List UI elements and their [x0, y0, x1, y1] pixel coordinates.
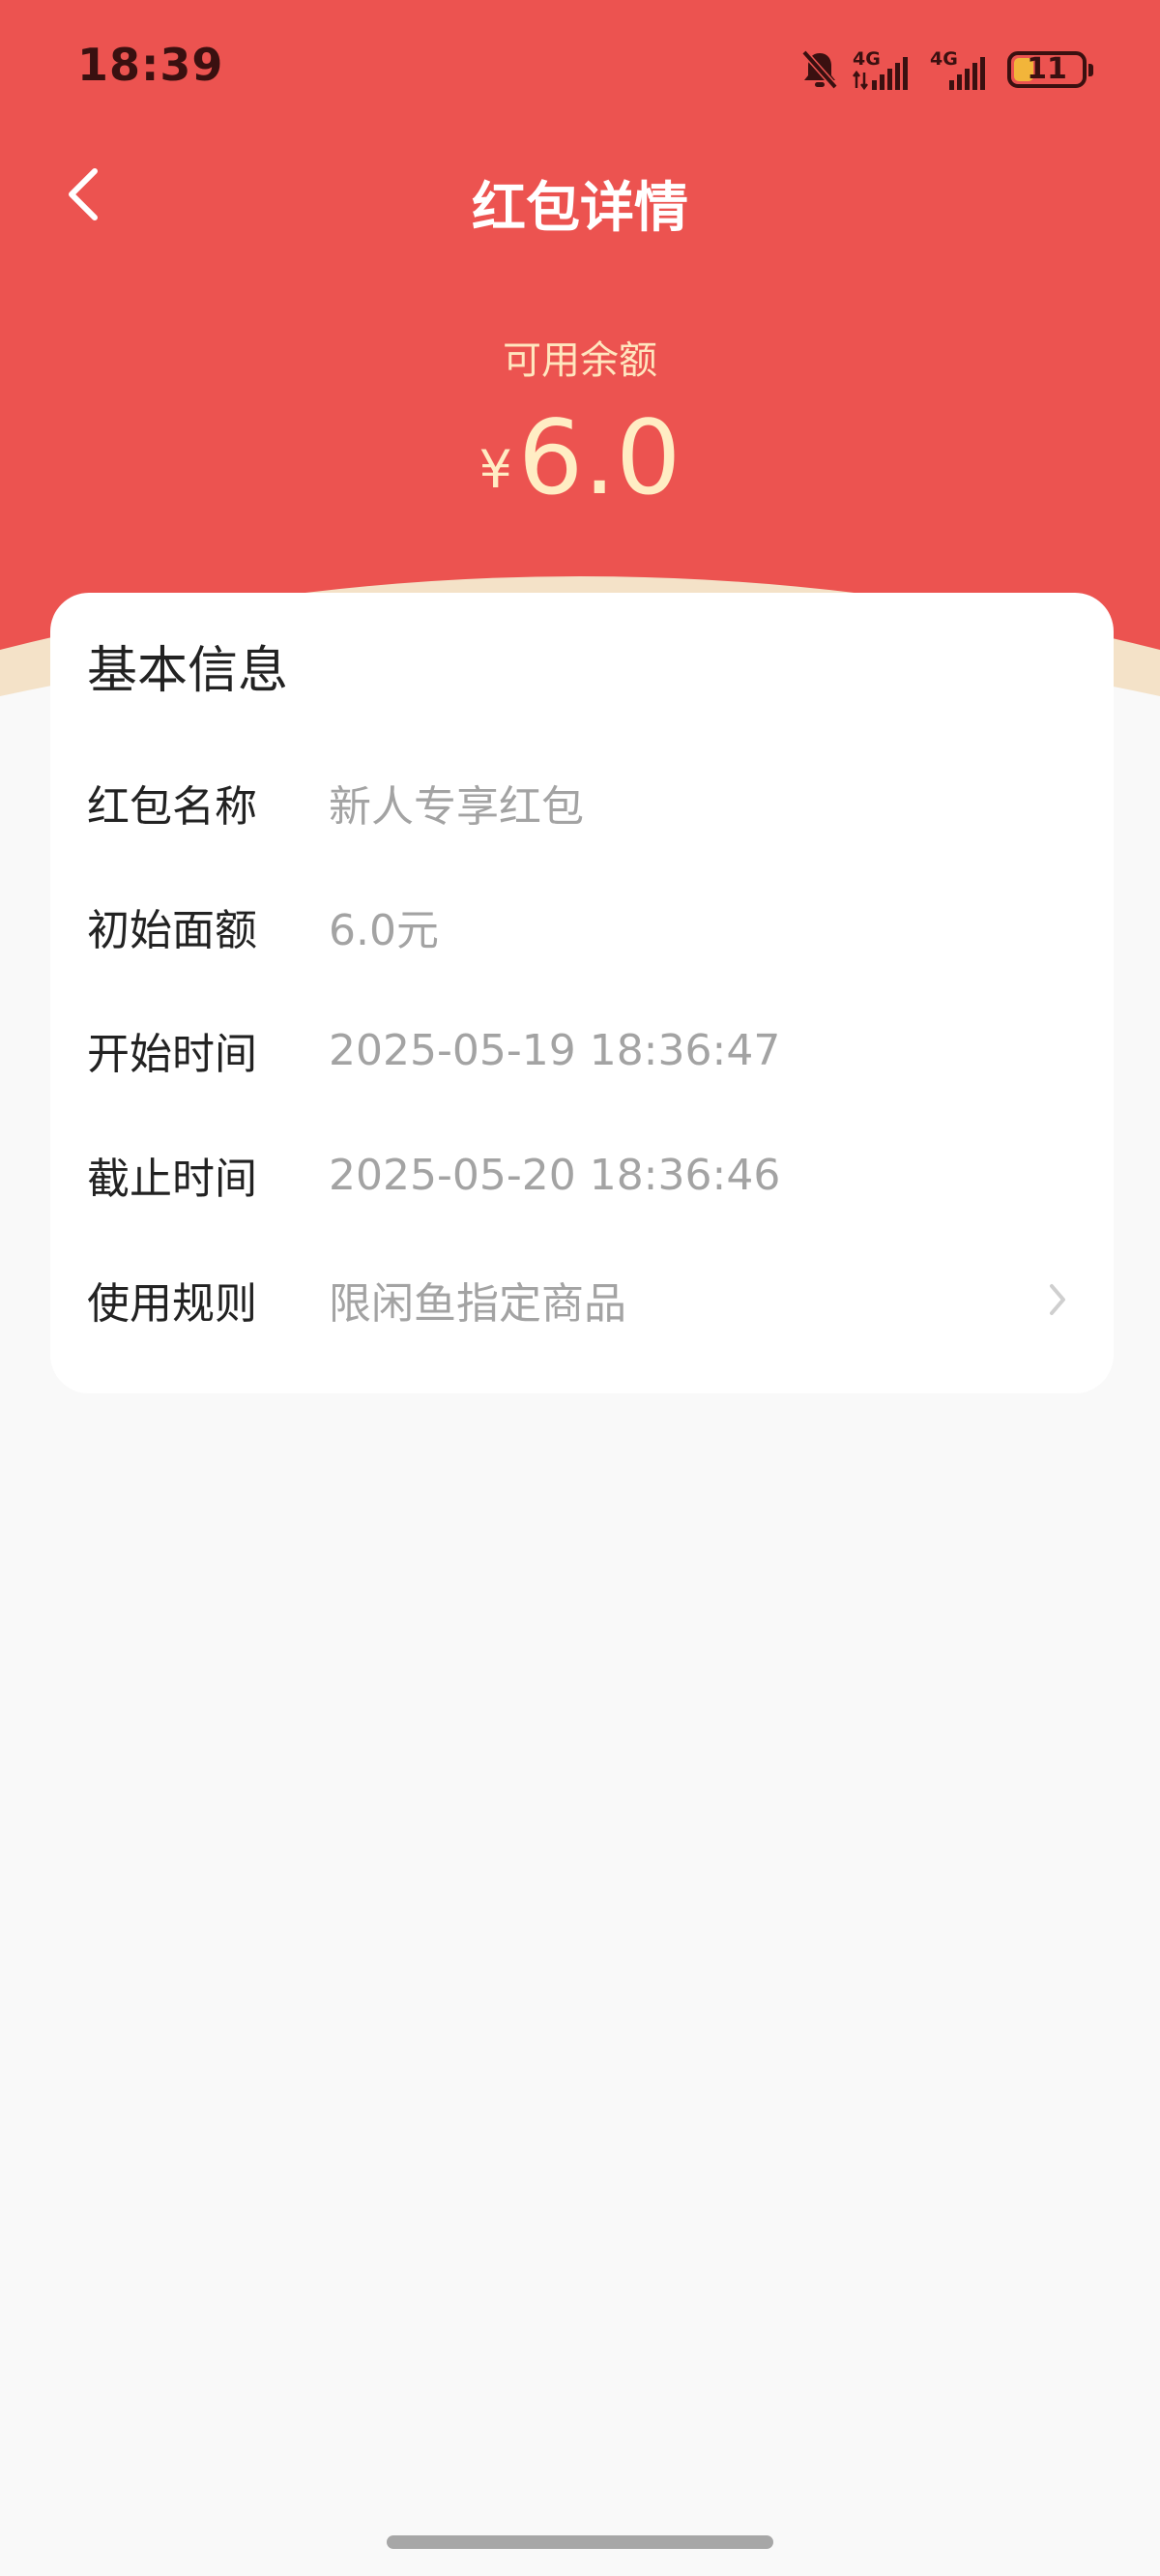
battery-level: 11: [1027, 52, 1067, 86]
bell-muted-icon: [800, 48, 839, 91]
info-value: 2025-05-19 18:36:47: [329, 1025, 781, 1075]
page-title: 红包详情: [472, 177, 688, 240]
info-label: 开始时间: [87, 1030, 257, 1079]
usage-rules-row[interactable]: 使用规则 限闲鱼指定商品: [87, 1261, 1077, 1338]
info-value: 限闲鱼指定商品: [329, 1279, 626, 1329]
info-row-name: 红包名称 新人专享红包: [87, 764, 1077, 841]
currency-symbol: ¥: [478, 439, 512, 500]
balance-value: 6.0: [517, 398, 682, 517]
info-label: 截止时间: [87, 1155, 257, 1204]
battery-icon: 11: [1007, 51, 1093, 88]
home-indicator[interactable]: [387, 2535, 773, 2549]
signal-4g-icon: 4G: [930, 47, 994, 92]
info-value: 6.0元: [329, 906, 439, 955]
info-row-initial-amount: 初始面额 6.0元: [87, 888, 1077, 965]
svg-text:4G: 4G: [930, 48, 958, 70]
info-value: 2025-05-20 18:36:46: [329, 1150, 781, 1200]
card-title: 基本信息: [87, 642, 289, 700]
balance-amount: ¥6.0: [0, 398, 1160, 517]
svg-text:4G: 4G: [853, 48, 881, 70]
signal-4g-icon: 4G: [853, 47, 916, 92]
info-label: 使用规则: [87, 1279, 257, 1329]
info-label: 红包名称: [87, 782, 257, 832]
status-icons: 4G 4G 11: [800, 44, 1093, 95]
status-time: 18:39: [77, 39, 224, 91]
status-bar: 18:39 4G 4G 11: [0, 0, 1160, 145]
basic-info-card: 基本信息 红包名称 新人专享红包 初始面额 6.0元 开始时间 2025-05-…: [50, 593, 1114, 1393]
info-value: 新人专享红包: [329, 782, 584, 832]
info-row-end-time: 截止时间 2025-05-20 18:36:46: [87, 1136, 1077, 1214]
info-row-start-time: 开始时间 2025-05-19 18:36:47: [87, 1011, 1077, 1089]
info-label: 初始面额: [87, 906, 257, 955]
chevron-right-icon: [1038, 1271, 1077, 1329]
balance-label: 可用余额: [503, 338, 657, 383]
